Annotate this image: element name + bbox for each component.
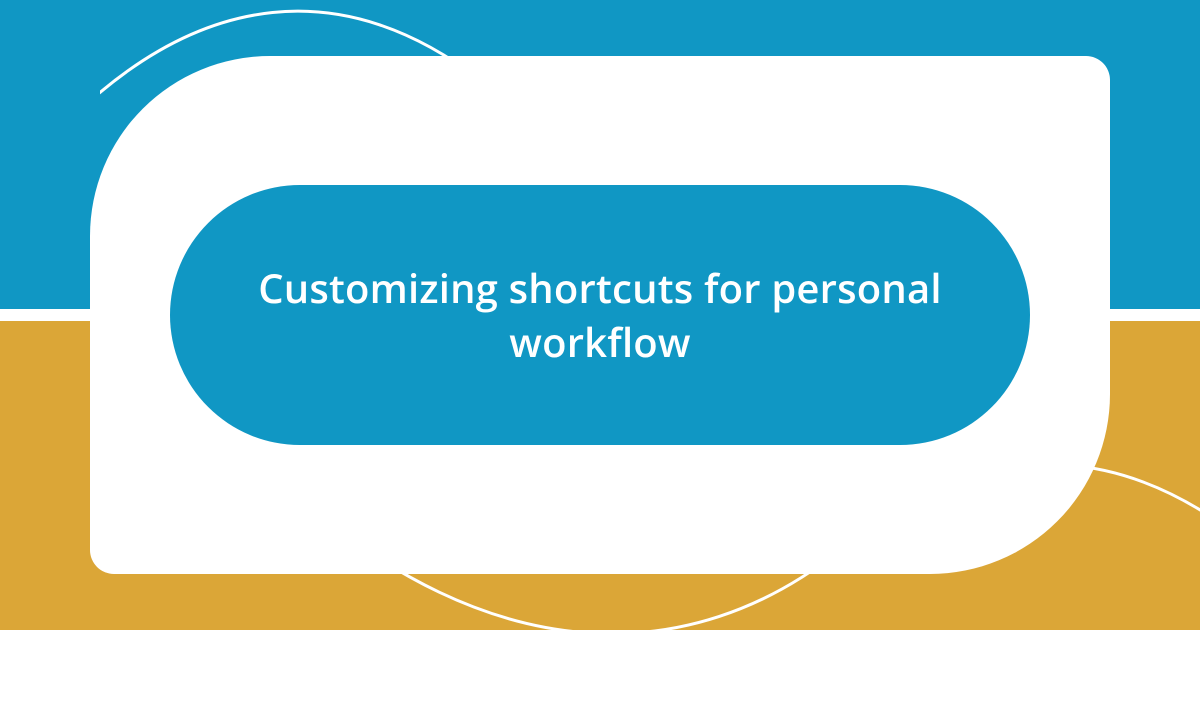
- page-title: Customizing shortcuts for personal workf…: [250, 261, 950, 369]
- title-card: Customizing shortcuts for personal workf…: [90, 56, 1110, 574]
- title-pill: Customizing shortcuts for personal workf…: [170, 185, 1030, 445]
